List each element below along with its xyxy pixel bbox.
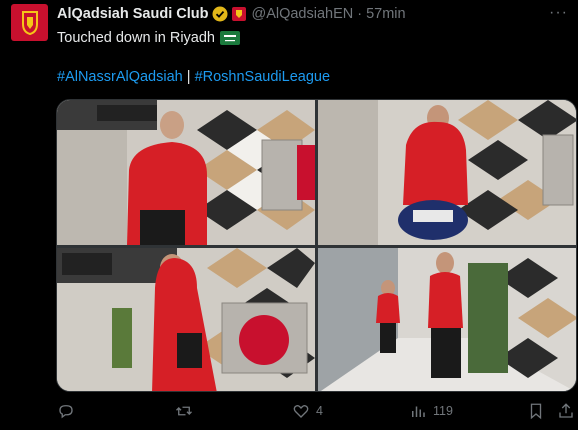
photo-1[interactable] bbox=[57, 100, 315, 245]
photo-3[interactable] bbox=[57, 248, 315, 391]
hashtag-separator: | bbox=[182, 69, 195, 85]
heart-icon bbox=[293, 404, 309, 418]
more-options-icon[interactable]: ··· bbox=[549, 4, 568, 22]
share-button[interactable] bbox=[557, 402, 575, 420]
tweet-header: AlQadsiah Saudi Club @AlQadsiahEN · 57mi… bbox=[57, 4, 406, 24]
avatar[interactable] bbox=[11, 4, 48, 41]
share-icon bbox=[559, 403, 573, 418]
retweet-button[interactable] bbox=[175, 402, 199, 420]
hashtag-link[interactable]: #AlNassrAlQadsiah bbox=[57, 69, 183, 85]
bookmark-icon bbox=[530, 403, 542, 420]
saudi-flag-icon bbox=[220, 31, 240, 45]
views-count: 119 bbox=[433, 404, 453, 418]
hashtag-link[interactable]: #RoshnSaudiLeague bbox=[195, 69, 330, 85]
author-name[interactable]: AlQadsiah Saudi Club bbox=[57, 6, 208, 22]
affiliate-badge-icon[interactable] bbox=[232, 7, 247, 21]
photo-2[interactable] bbox=[318, 100, 576, 245]
timestamp[interactable]: 57min bbox=[366, 6, 406, 22]
media-grid bbox=[56, 99, 577, 392]
action-bar: 4 119 bbox=[57, 402, 573, 424]
photo-4[interactable] bbox=[318, 248, 576, 391]
club-logo-icon bbox=[21, 10, 38, 35]
tweet-body: Touched down in Riyadh bbox=[57, 30, 215, 46]
tweet-text: Touched down in Riyadh bbox=[57, 30, 240, 46]
reply-button[interactable] bbox=[57, 402, 81, 420]
bookmark-button[interactable] bbox=[527, 402, 545, 420]
views-icon bbox=[412, 406, 425, 417]
verified-badge-icon bbox=[212, 6, 228, 22]
retweet-icon bbox=[176, 406, 192, 416]
hashtag-line: #AlNassrAlQadsiah | #RoshnSaudiLeague bbox=[57, 69, 330, 85]
reply-icon bbox=[59, 405, 73, 419]
views-button[interactable]: 119 bbox=[409, 402, 453, 420]
separator: · bbox=[357, 6, 363, 22]
like-count: 4 bbox=[316, 404, 323, 418]
like-button[interactable]: 4 bbox=[292, 402, 323, 420]
author-handle[interactable]: @AlQadsiahEN bbox=[251, 6, 353, 22]
